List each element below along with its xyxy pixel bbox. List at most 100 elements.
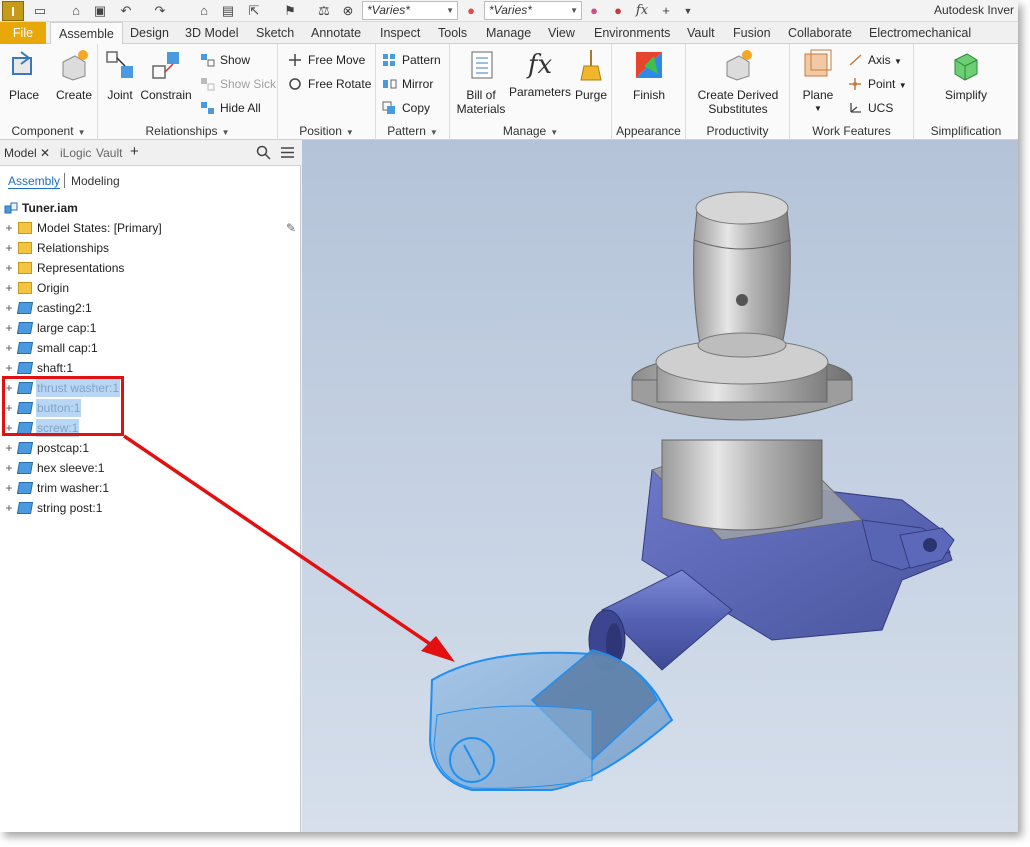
save-icon[interactable]: ▣ [92, 3, 108, 19]
ucs-button[interactable]: UCS [848, 98, 893, 118]
expand-plus-icon[interactable]: + [4, 339, 14, 357]
home-icon[interactable]: ⌂ [196, 3, 212, 19]
panel-title-component[interactable]: Component ▼ [0, 124, 97, 138]
tree-item[interactable]: + trim washer:1 [4, 479, 110, 497]
simplify-button[interactable]: Simplify [938, 48, 994, 102]
tree-item[interactable]: + hex sleeve:1 [4, 459, 105, 477]
tab-annotate[interactable]: Annotate [303, 22, 369, 44]
new-file-icon[interactable]: ▭ [32, 3, 48, 19]
tree-item[interactable]: + string post:1 [4, 499, 103, 517]
open-folder-icon[interactable]: ⌂ [68, 3, 84, 19]
tab-environments[interactable]: Environments [586, 22, 678, 44]
tree-item[interactable]: + casting2:1 [4, 299, 93, 317]
hide-all-button[interactable]: Hide All [200, 98, 261, 118]
fx-icon[interactable]: fx [634, 3, 650, 19]
measure-icon[interactable]: ⚖ [316, 3, 332, 19]
show-button[interactable]: Show [200, 50, 250, 70]
free-move-button[interactable]: Free Move [288, 50, 365, 70]
clear-appearance-icon[interactable]: ● [610, 3, 626, 19]
panel-title-pattern[interactable]: Pattern ▼ [376, 124, 449, 138]
tree-item[interactable]: + Model States: [Primary] [4, 219, 163, 237]
close-icon[interactable]: ✕ [40, 146, 50, 160]
tuner-model-render[interactable] [302, 140, 1018, 832]
tab-sketch[interactable]: Sketch [248, 22, 302, 44]
expand-plus-icon[interactable]: + [4, 299, 14, 317]
browser-tab-ilogic[interactable]: iLogic [60, 146, 91, 160]
expand-plus-icon[interactable]: + [4, 439, 14, 457]
plane-dropdown-caret[interactable]: ▼ [798, 102, 838, 116]
button-part[interactable] [428, 649, 674, 791]
panel-title-position[interactable]: Position ▼ [278, 124, 375, 138]
browser-tab-model[interactable]: Model [4, 146, 37, 160]
tree-item[interactable]: + small cap:1 [4, 339, 99, 357]
tree-item[interactable]: + Origin [4, 279, 70, 297]
point-button[interactable]: Point ▼ [848, 74, 907, 94]
constrain-button[interactable]: Constrain [140, 48, 192, 102]
customize-dropdown-icon[interactable]: ▼ [680, 3, 696, 19]
tab-view[interactable]: View [540, 22, 583, 44]
appearance-combo[interactable]: *Varies* ▼ [484, 1, 582, 20]
tab-electromechanical[interactable]: Electromechanical [861, 22, 979, 44]
app-logo[interactable]: I [2, 1, 24, 21]
panel-title-manage[interactable]: Manage ▼ [450, 124, 611, 138]
parameters-button[interactable]: fx Parameters [508, 48, 572, 99]
plane-button[interactable]: Plane ▼ [798, 48, 838, 116]
tree-root[interactable]: Tuner.iam [4, 199, 78, 217]
tree-item[interactable]: + shaft:1 [4, 359, 74, 377]
metal-post[interactable] [631, 191, 853, 531]
expand-plus-icon[interactable]: + [4, 219, 14, 237]
panel-title-relationships[interactable]: Relationships ▼ [98, 124, 277, 138]
browser-tab-vault[interactable]: Vault [96, 146, 122, 160]
graphics-viewport[interactable] [302, 140, 1018, 832]
material-combo[interactable]: *Varies* ▼ [362, 1, 458, 20]
hamburger-menu-icon[interactable] [280, 146, 295, 159]
tree-item[interactable]: + Relationships [4, 239, 110, 257]
finish-button[interactable]: Finish [628, 48, 670, 102]
expand-plus-icon[interactable]: + [4, 359, 14, 377]
bill-of-materials-button[interactable]: Bill of Materials [454, 48, 508, 116]
mode-assembly[interactable]: Assembly [8, 174, 61, 189]
redo-icon[interactable]: ↷ [152, 3, 168, 19]
create-derived-substitutes-button[interactable]: Create Derived Substitutes [694, 48, 782, 116]
tab-3d-model[interactable]: 3D Model [177, 22, 247, 44]
search-icon[interactable] [256, 145, 271, 160]
free-rotate-button[interactable]: Free Rotate [288, 74, 371, 94]
expand-plus-icon[interactable]: + [4, 259, 14, 277]
place-button[interactable]: Place [6, 48, 42, 102]
mirror-button[interactable]: Mirror [382, 74, 433, 94]
undo-icon[interactable]: ↶ [118, 3, 134, 19]
expand-plus-icon[interactable]: + [4, 319, 14, 337]
expand-plus-icon[interactable]: + [4, 279, 14, 297]
expand-plus-icon[interactable]: + [4, 239, 14, 257]
copy-button[interactable]: Copy [382, 98, 430, 118]
update-icon[interactable]: ⚑ [282, 3, 298, 19]
purge-button[interactable]: Purge [572, 48, 610, 102]
tree-item[interactable]: + postcap:1 [4, 439, 90, 457]
tab-assemble[interactable]: Assemble [50, 22, 123, 45]
mode-modeling[interactable]: Modeling [71, 174, 120, 188]
add-icon[interactable]: + [658, 3, 674, 19]
adjust-appearance-icon[interactable]: ● [586, 3, 602, 19]
add-browser-tab-icon[interactable]: + [130, 143, 139, 160]
tab-design[interactable]: Design [122, 22, 177, 44]
select-icon[interactable]: ⇱ [246, 3, 262, 19]
edit-pencil-icon[interactable]: ✎ [286, 221, 296, 235]
tab-file[interactable]: File [0, 22, 46, 44]
expand-plus-icon[interactable]: + [4, 479, 14, 497]
create-button[interactable]: Create [54, 48, 94, 102]
tab-vault[interactable]: Vault [679, 22, 723, 44]
tab-collaborate[interactable]: Collaborate [780, 22, 860, 44]
tab-manage[interactable]: Manage [478, 22, 539, 44]
expand-plus-icon[interactable]: + [4, 459, 14, 477]
properties-icon[interactable]: ▤ [220, 3, 236, 19]
tab-fusion[interactable]: Fusion [725, 22, 779, 44]
tab-tools[interactable]: Tools [430, 22, 475, 44]
joint-button[interactable]: Joint [102, 48, 138, 102]
axis-button[interactable]: Axis ▼ [848, 50, 902, 70]
tree-item[interactable]: + Representations [4, 259, 125, 277]
design-doctor-icon[interactable]: ⊗ [340, 3, 356, 19]
expand-plus-icon[interactable]: + [4, 499, 14, 517]
pattern-button[interactable]: Pattern [382, 50, 441, 70]
tree-item[interactable]: + large cap:1 [4, 319, 97, 337]
tab-inspect[interactable]: Inspect [372, 22, 428, 44]
